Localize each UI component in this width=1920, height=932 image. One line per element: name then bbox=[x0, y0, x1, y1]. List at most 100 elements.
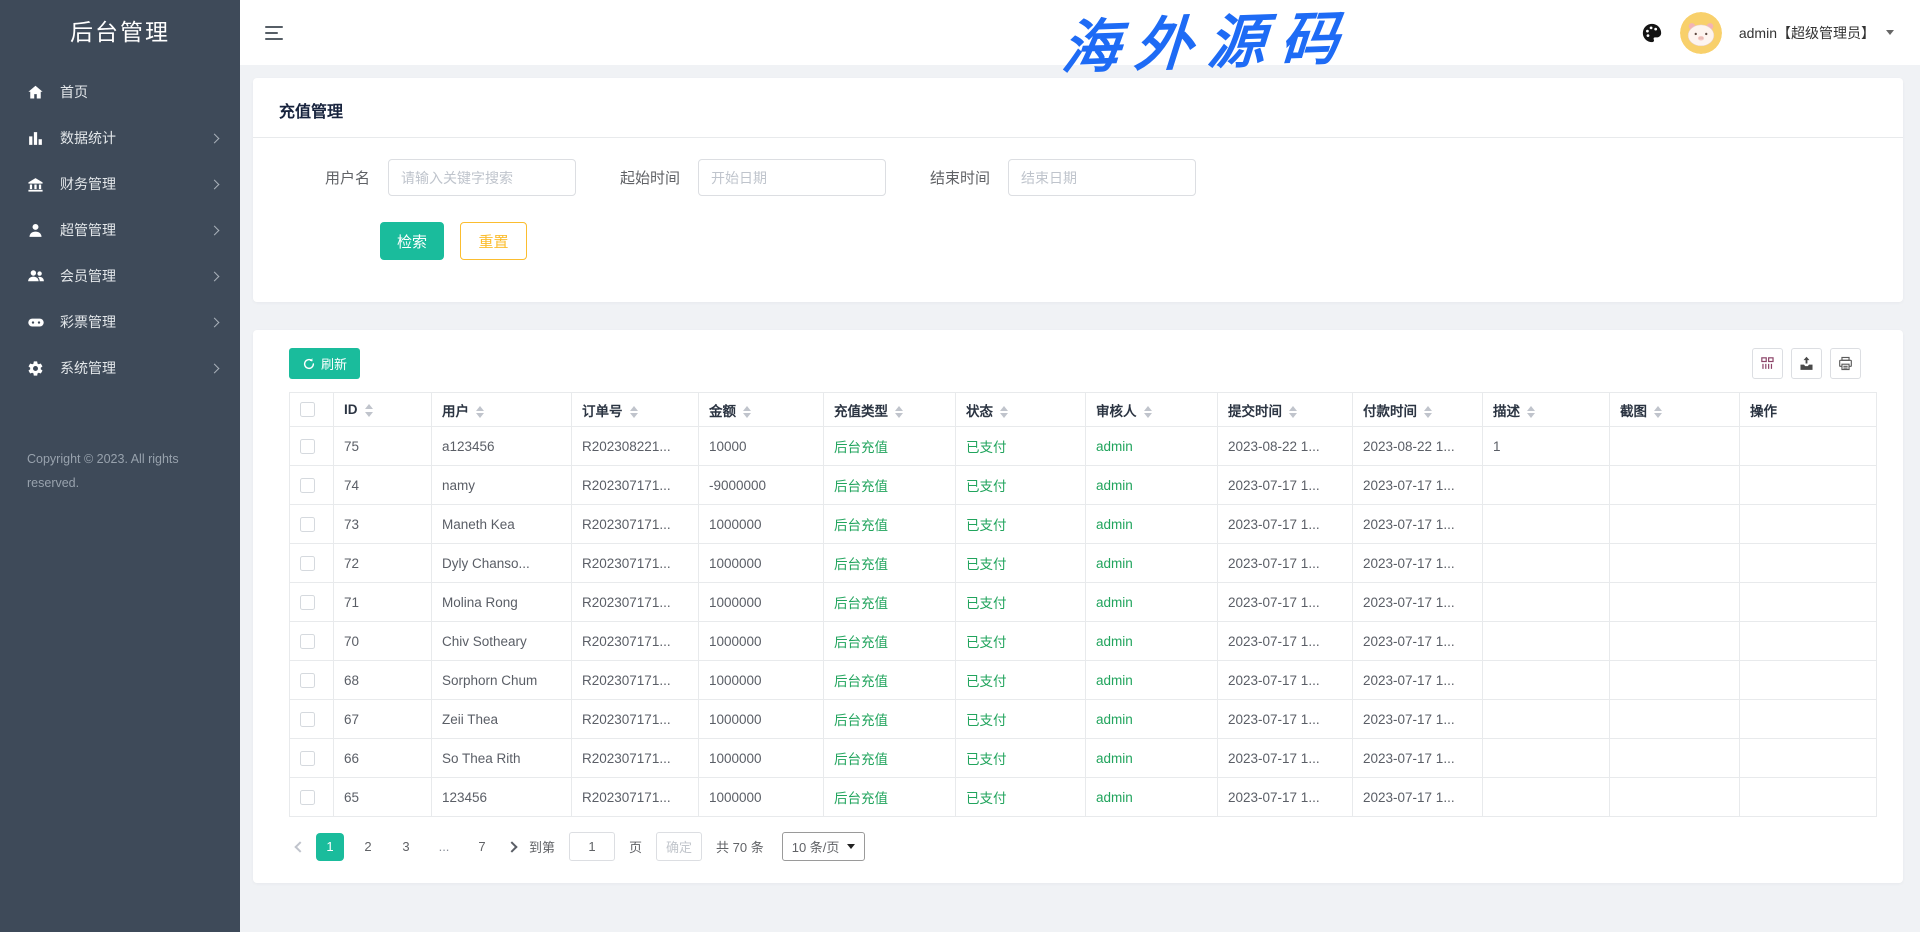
col-header-id[interactable]: ID bbox=[334, 393, 432, 427]
row-checkbox-cell bbox=[290, 622, 334, 661]
col-header-status[interactable]: 状态 bbox=[956, 393, 1086, 427]
cell-amount: 1000000 bbox=[699, 544, 824, 583]
sort-icon[interactable] bbox=[1000, 406, 1008, 419]
export-button[interactable] bbox=[1791, 348, 1822, 379]
goto-confirm-button[interactable]: 确定 bbox=[656, 832, 702, 861]
cell-desc bbox=[1483, 739, 1610, 778]
cell-reviewer: admin bbox=[1086, 661, 1218, 700]
filter-input-2[interactable] bbox=[698, 159, 886, 196]
select-all-checkbox[interactable] bbox=[300, 402, 315, 417]
avatar[interactable] bbox=[1680, 12, 1722, 54]
palette-icon[interactable] bbox=[1641, 22, 1663, 44]
row-checkbox[interactable] bbox=[300, 517, 315, 532]
row-checkbox[interactable] bbox=[300, 751, 315, 766]
sort-icon[interactable] bbox=[630, 406, 638, 419]
row-checkbox[interactable] bbox=[300, 634, 315, 649]
col-header-check[interactable] bbox=[290, 393, 334, 427]
sort-icon[interactable] bbox=[1654, 406, 1662, 419]
cell-screenshot bbox=[1610, 466, 1740, 505]
col-header-submit_time[interactable]: 提交时间 bbox=[1218, 393, 1353, 427]
sort-icon[interactable] bbox=[1424, 406, 1432, 419]
table-row: 65123456R202307171...1000000后台充值已支付admin… bbox=[290, 778, 1877, 817]
cell-action bbox=[1740, 739, 1877, 778]
sort-icon[interactable] bbox=[1144, 406, 1152, 419]
sidebar-item-1[interactable]: 首页 bbox=[0, 69, 240, 115]
sort-icon[interactable] bbox=[365, 404, 373, 417]
refresh-button[interactable]: 刷新 bbox=[289, 348, 360, 379]
cell-user: Zeii Thea bbox=[432, 700, 572, 739]
row-checkbox-cell bbox=[290, 583, 334, 622]
row-checkbox[interactable] bbox=[300, 478, 315, 493]
row-checkbox[interactable] bbox=[300, 595, 315, 610]
sort-icon[interactable] bbox=[476, 406, 484, 419]
col-header-screenshot[interactable]: 截图 bbox=[1610, 393, 1740, 427]
col-header-user[interactable]: 用户 bbox=[432, 393, 572, 427]
row-checkbox[interactable] bbox=[300, 790, 315, 805]
cell-screenshot bbox=[1610, 583, 1740, 622]
col-header-pay_time[interactable]: 付款时间 bbox=[1353, 393, 1483, 427]
cell-submit_time: 2023-07-17 1... bbox=[1218, 466, 1353, 505]
col-label: 描述 bbox=[1493, 404, 1520, 419]
print-button[interactable] bbox=[1830, 348, 1861, 379]
cell-status: 已支付 bbox=[956, 622, 1086, 661]
sort-icon[interactable] bbox=[1527, 406, 1535, 419]
pagination-prev-icon[interactable] bbox=[289, 833, 311, 861]
cell-order: R202307171... bbox=[572, 583, 699, 622]
goto-page-input[interactable] bbox=[569, 832, 615, 861]
sidebar: 后台管理 首页数据统计财务管理超管管理会员管理彩票管理系统管理 Copyrigh… bbox=[0, 0, 240, 932]
sort-icon[interactable] bbox=[743, 406, 751, 419]
page-size-select[interactable]: 10 条/页 bbox=[782, 832, 866, 861]
current-user-label[interactable]: admin【超级管理员】 bbox=[1739, 23, 1875, 43]
cell-user: namy bbox=[432, 466, 572, 505]
table-row: 74namyR202307171...-9000000后台充值已支付admin2… bbox=[290, 466, 1877, 505]
row-checkbox[interactable] bbox=[300, 439, 315, 454]
cell-order: R202307171... bbox=[572, 661, 699, 700]
cell-pay_time: 2023-07-17 1... bbox=[1353, 739, 1483, 778]
filter-input-3[interactable] bbox=[1008, 159, 1196, 196]
cell-user: So Thea Rith bbox=[432, 739, 572, 778]
cell-status: 已支付 bbox=[956, 427, 1086, 466]
row-checkbox[interactable] bbox=[300, 556, 315, 571]
pagination-page-2[interactable]: 2 bbox=[354, 833, 382, 861]
reset-button[interactable]: 重置 bbox=[460, 222, 527, 260]
columns-button[interactable] bbox=[1752, 348, 1783, 379]
pagination-page-3[interactable]: 3 bbox=[392, 833, 420, 861]
cell-amount: 1000000 bbox=[699, 661, 824, 700]
caret-down-icon[interactable] bbox=[1886, 30, 1894, 35]
pagination-next-icon[interactable] bbox=[501, 833, 523, 861]
row-checkbox-cell bbox=[290, 466, 334, 505]
col-header-type[interactable]: 充值类型 bbox=[824, 393, 956, 427]
sidebar-item-7[interactable]: 系统管理 bbox=[0, 345, 240, 391]
sidebar-item-6[interactable]: 彩票管理 bbox=[0, 299, 240, 345]
cell-action bbox=[1740, 661, 1877, 700]
sidebar-item-label: 财务管理 bbox=[60, 174, 116, 194]
pagination-page-7[interactable]: 7 bbox=[468, 833, 496, 861]
sidebar-item-3[interactable]: 财务管理 bbox=[0, 161, 240, 207]
cell-pay_time: 2023-07-17 1... bbox=[1353, 505, 1483, 544]
table-row: 66So Thea RithR202307171...1000000后台充值已支… bbox=[290, 739, 1877, 778]
col-header-amount[interactable]: 金额 bbox=[699, 393, 824, 427]
col-label: 审核人 bbox=[1096, 404, 1137, 419]
sidebar-item-5[interactable]: 会员管理 bbox=[0, 253, 240, 299]
cell-amount: 1000000 bbox=[699, 622, 824, 661]
filter-input-1[interactable] bbox=[388, 159, 576, 196]
col-header-desc[interactable]: 描述 bbox=[1483, 393, 1610, 427]
row-checkbox[interactable] bbox=[300, 673, 315, 688]
cell-amount: 1000000 bbox=[699, 583, 824, 622]
search-button[interactable]: 检索 bbox=[380, 222, 444, 260]
col-header-order[interactable]: 订单号 bbox=[572, 393, 699, 427]
pagination-page-1[interactable]: 1 bbox=[316, 833, 344, 861]
menu-fold-icon[interactable] bbox=[265, 22, 283, 44]
sidebar-item-4[interactable]: 超管管理 bbox=[0, 207, 240, 253]
cell-order: R202307171... bbox=[572, 544, 699, 583]
cell-screenshot bbox=[1610, 778, 1740, 817]
sort-icon[interactable] bbox=[895, 406, 903, 419]
sort-icon[interactable] bbox=[1289, 406, 1297, 419]
cell-desc: 1 bbox=[1483, 427, 1610, 466]
row-checkbox[interactable] bbox=[300, 712, 315, 727]
col-header-reviewer[interactable]: 审核人 bbox=[1086, 393, 1218, 427]
cell-order: R202307171... bbox=[572, 778, 699, 817]
sidebar-item-2[interactable]: 数据统计 bbox=[0, 115, 240, 161]
cell-desc bbox=[1483, 661, 1610, 700]
cell-id: 67 bbox=[334, 700, 432, 739]
